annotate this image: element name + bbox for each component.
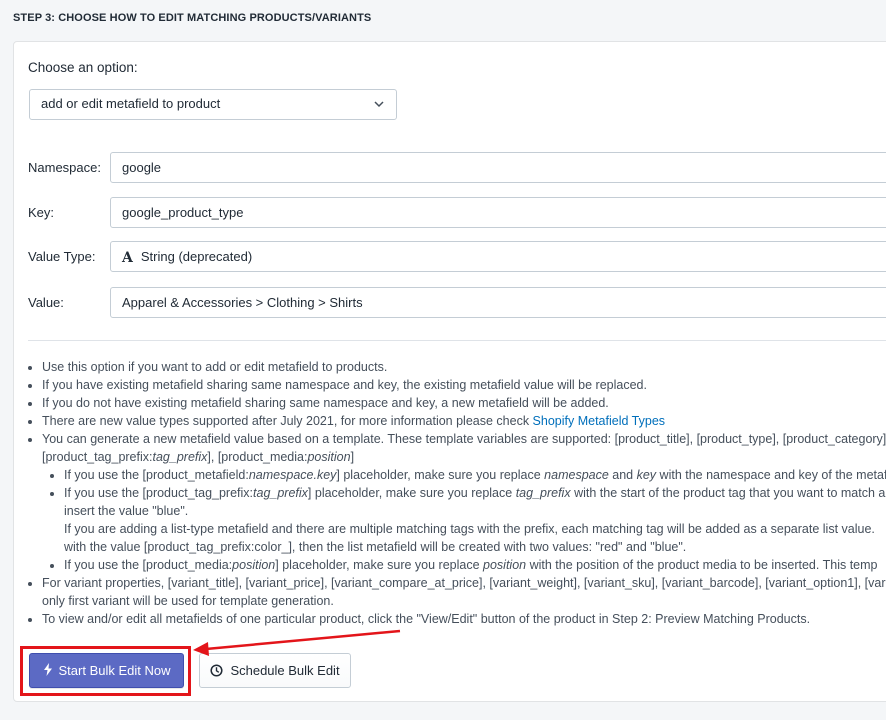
start-bulk-edit-button[interactable]: Start Bulk Edit Now bbox=[29, 653, 184, 688]
note-text: [product_tag_prefix: bbox=[42, 450, 153, 464]
value-row: Value: Apparel & Accessories > Clothing … bbox=[28, 287, 886, 319]
note-text: and bbox=[608, 468, 637, 482]
edit-option-selected-value: add or edit metafield to product bbox=[41, 96, 221, 111]
sub-note-item: If you use the [product_metafield:namesp… bbox=[64, 466, 886, 484]
edit-options-card: Choose an option: add or edit metafield … bbox=[13, 41, 886, 702]
key-row: Key: google_product_type bbox=[28, 197, 886, 229]
note-text: with the position of the product media t… bbox=[526, 558, 878, 572]
note-text: with the value [product_tag_prefix:color… bbox=[64, 540, 687, 554]
note-text: tag_prefix bbox=[253, 486, 308, 500]
value-type-value: String (deprecated) bbox=[140, 249, 253, 264]
note-text: If you are adding a list-type metafield … bbox=[64, 522, 875, 536]
schedule-bulk-edit-button[interactable]: Schedule Bulk Edit bbox=[199, 653, 351, 688]
note-item: You can generate a new metafield value b… bbox=[42, 430, 886, 574]
key-input[interactable]: google_product_type bbox=[110, 197, 886, 228]
namespace-row: Namespace: google bbox=[28, 152, 886, 184]
note-text: There are new value types supported afte… bbox=[42, 414, 533, 428]
value-type-label: Value Type: bbox=[28, 249, 96, 264]
sub-note-item: If you use the [product_media:position] … bbox=[64, 556, 886, 574]
note-item: If you have existing metafield sharing s… bbox=[42, 376, 886, 394]
chevron-down-icon bbox=[374, 101, 384, 108]
note-text: key bbox=[636, 468, 657, 482]
help-notes: Use this option if you want to add or ed… bbox=[28, 358, 886, 628]
note-text: ] placeholder, make sure you replace bbox=[307, 486, 516, 500]
value-label: Value: bbox=[28, 295, 64, 310]
note-text: If you use the [product_media: bbox=[64, 558, 233, 572]
key-label: Key: bbox=[28, 205, 55, 220]
note-item: There are new value types supported afte… bbox=[42, 412, 886, 430]
note-text: ], [product_media: bbox=[207, 450, 308, 464]
note-text: namespace.key bbox=[248, 468, 337, 482]
note-text: position bbox=[307, 450, 351, 464]
annotation-arrow bbox=[193, 629, 401, 656]
note-text: ] bbox=[350, 450, 355, 464]
divider bbox=[28, 340, 886, 341]
step-title: STEP 3: CHOOSE HOW TO EDIT MATCHING PROD… bbox=[13, 12, 372, 24]
note-item: To view and/or edit all metafields of on… bbox=[42, 610, 886, 628]
text-type-icon: A bbox=[122, 250, 133, 266]
value-type-select[interactable]: A String (deprecated) bbox=[110, 241, 886, 272]
namespace-input[interactable]: google bbox=[110, 152, 886, 183]
note-text: insert the value "blue". bbox=[64, 504, 189, 518]
sub-note-item: If you use the [product_tag_prefix:tag_p… bbox=[64, 484, 886, 556]
note-text: with the start of the product tag that y… bbox=[570, 486, 886, 500]
note-text: tag_prefix bbox=[152, 450, 208, 464]
note-text: For variant properties, [variant_title],… bbox=[42, 576, 886, 590]
note-text: ] placeholder, make sure you replace bbox=[336, 468, 545, 482]
edit-option-select[interactable]: add or edit metafield to product bbox=[29, 89, 397, 120]
note-text: position bbox=[232, 558, 276, 572]
note-text: If you use the [product_tag_prefix: bbox=[64, 486, 254, 500]
clock-icon bbox=[210, 664, 223, 677]
bolt-icon bbox=[43, 662, 53, 679]
note-text: with the namespace and key of the metafi… bbox=[656, 468, 886, 482]
note-item: If you do not have existing metafield sh… bbox=[42, 394, 886, 412]
note-text: namespace bbox=[544, 468, 609, 482]
note-text: ] placeholder, make sure you replace bbox=[275, 558, 484, 572]
value-input[interactable]: Apparel & Accessories > Clothing > Shirt… bbox=[110, 287, 886, 318]
note-text: only first variant will be used for temp… bbox=[42, 594, 334, 608]
note-item: Use this option if you want to add or ed… bbox=[42, 358, 886, 376]
note-text: tag_prefix bbox=[515, 486, 571, 500]
namespace-label: Namespace: bbox=[28, 160, 101, 175]
value-type-row: Value Type: A String (deprecated) bbox=[28, 241, 886, 273]
note-text: If you use the [product_metafield: bbox=[64, 468, 249, 482]
schedule-bulk-edit-label: Schedule Bulk Edit bbox=[230, 663, 340, 678]
note-text: You can generate a new metafield value b… bbox=[42, 432, 886, 446]
start-bulk-edit-label: Start Bulk Edit Now bbox=[58, 663, 171, 678]
note-item: For variant properties, [variant_title],… bbox=[42, 574, 886, 610]
shopify-metafield-types-link[interactable]: Shopify Metafield Types bbox=[533, 414, 665, 428]
choose-option-label: Choose an option: bbox=[28, 60, 138, 75]
note-text: position bbox=[483, 558, 527, 572]
